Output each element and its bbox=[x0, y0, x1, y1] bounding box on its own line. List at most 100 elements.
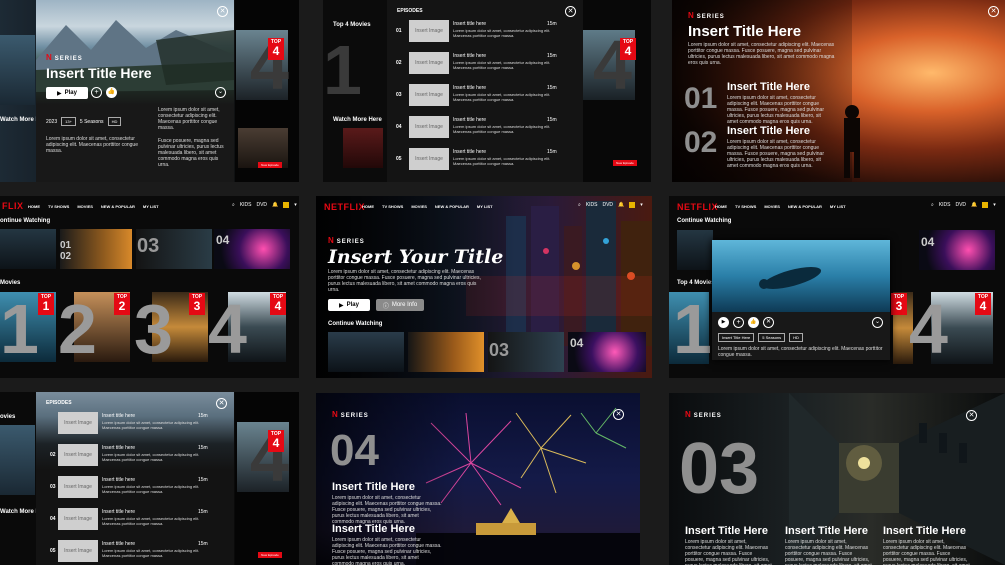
nav-item-1[interactable]: TV SHOWS bbox=[48, 204, 69, 209]
episodes-heading: EPISODES bbox=[46, 400, 72, 406]
bell-icon[interactable]: 🔔 bbox=[971, 202, 977, 208]
nav-item-4[interactable]: MY LIST bbox=[143, 204, 159, 209]
episode-title[interactable]: Insert title here bbox=[102, 541, 135, 547]
like-icon[interactable]: 👍 bbox=[106, 87, 117, 98]
nav-item-2[interactable]: MOVIES bbox=[77, 204, 93, 209]
play-button[interactable]: ▶ Play bbox=[328, 299, 370, 311]
item-desc-1: Lorem ipsum dolor sit amet, consectetur … bbox=[727, 95, 824, 125]
nav-item-0[interactable]: HOME bbox=[362, 204, 374, 209]
more-info-button[interactable]: ⓘ More Info bbox=[376, 299, 424, 311]
caret-down-icon[interactable]: ▾ bbox=[640, 202, 643, 208]
avatar[interactable] bbox=[629, 202, 636, 208]
episode-duration: 15m bbox=[547, 85, 557, 91]
episode-title[interactable]: Insert title here bbox=[102, 477, 135, 483]
hero-title: Insert Your Title bbox=[328, 246, 504, 268]
search-icon[interactable]: ⌕ bbox=[931, 202, 934, 208]
episode-thumbnail[interactable]: Insert Image bbox=[409, 20, 449, 42]
episode-thumbnail[interactable]: Insert Image bbox=[409, 84, 449, 106]
nav-item-0[interactable]: HOME bbox=[28, 204, 40, 209]
episode-thumbnail[interactable]: Insert Image bbox=[409, 148, 449, 170]
avatar[interactable] bbox=[982, 202, 989, 208]
nav-item-2[interactable]: MOVIES bbox=[411, 204, 427, 209]
episode-title[interactable]: Insert title here bbox=[102, 445, 135, 451]
episode-thumbnail[interactable]: Insert Image bbox=[58, 476, 98, 498]
dvd-link[interactable]: DVD bbox=[256, 202, 267, 208]
episode-thumbnail[interactable]: Insert Image bbox=[58, 412, 98, 434]
nav-item-4[interactable]: MY LIST bbox=[830, 204, 846, 209]
episodes-panel: EPISODES ✕ 01 Insert Image Insert title he… bbox=[387, 0, 583, 182]
preview-card: ▶ + 👍 ✕ ⌄ Insert Title Here 5 Seasons HD… bbox=[712, 240, 890, 360]
nav-item-3[interactable]: NEW & POPULAR bbox=[435, 204, 469, 209]
close-icon[interactable]: ✕ bbox=[217, 6, 228, 17]
like-icon[interactable]: 👍 bbox=[748, 317, 759, 328]
episode-desc: Lorem ipsum dolor sit amet, consectetur … bbox=[102, 484, 200, 494]
episode-duration: 15m bbox=[198, 445, 208, 451]
episode-number: 05 bbox=[50, 548, 56, 554]
episode-title[interactable]: Insert title here bbox=[453, 53, 486, 59]
episode-number: 05 bbox=[396, 156, 402, 162]
episode-number: 04 bbox=[396, 124, 402, 130]
item-desc-1: Lorem ipsum dolor sit amet, consectetur … bbox=[332, 495, 442, 525]
chevron-down-icon[interactable]: ⌄ bbox=[215, 87, 226, 98]
search-icon[interactable]: ⌕ bbox=[578, 202, 581, 208]
episode-title[interactable]: Insert title here bbox=[102, 509, 135, 515]
close-icon[interactable]: ✕ bbox=[988, 6, 999, 17]
series-label: N SERIES bbox=[332, 410, 369, 419]
nav-item-2[interactable]: MOVIES bbox=[764, 204, 780, 209]
episodes-panel: EPISODES ✕ Insert Image Insert title her… bbox=[36, 392, 234, 565]
nav-item-1[interactable]: TV SHOWS bbox=[382, 204, 403, 209]
close-icon[interactable]: ✕ bbox=[613, 409, 624, 420]
close-icon[interactable]: ✕ bbox=[216, 398, 227, 409]
close-icon[interactable]: ✕ bbox=[966, 410, 977, 421]
episode-thumbnail[interactable]: Insert Image bbox=[409, 52, 449, 74]
dvd-link[interactable]: DVD bbox=[602, 202, 613, 208]
episode-title[interactable]: Insert title here bbox=[453, 85, 486, 91]
kids-link[interactable]: KIDS bbox=[939, 202, 951, 208]
bell-icon[interactable]: 🔔 bbox=[618, 202, 624, 208]
episode-title[interactable]: Insert title here bbox=[102, 413, 135, 419]
avatar[interactable] bbox=[283, 202, 290, 208]
episode-title[interactable]: Insert title here bbox=[453, 21, 486, 27]
netflix-logo: NETFLIX bbox=[677, 202, 718, 212]
item-desc-2: Lorem ipsum dolor sit amet, consectetur … bbox=[727, 139, 824, 169]
info-icon: ⓘ bbox=[382, 303, 389, 310]
movies-label: ovies bbox=[0, 414, 16, 420]
add-icon[interactable]: + bbox=[733, 317, 744, 328]
dismiss-icon[interactable]: ✕ bbox=[763, 317, 774, 328]
dvd-link[interactable]: DVD bbox=[955, 202, 966, 208]
episode-title[interactable]: Insert title here bbox=[453, 117, 486, 123]
episode-number: 02 bbox=[396, 60, 402, 66]
episode-thumbnail[interactable]: Insert Image bbox=[58, 540, 98, 562]
item-title-3: Insert Title Here bbox=[883, 525, 966, 537]
play-icon[interactable]: ▶ bbox=[718, 317, 729, 328]
description: Lorem ipsum dolor sit amet, consectetur … bbox=[688, 42, 835, 66]
watch-more-label: Watch More Here bbox=[333, 117, 382, 123]
kids-link[interactable]: KIDS bbox=[240, 202, 252, 208]
episode-thumbnail[interactable]: Insert Image bbox=[58, 508, 98, 530]
series-label: N SERIES bbox=[46, 53, 83, 62]
episode-thumbnail[interactable]: Insert Image bbox=[409, 116, 449, 138]
close-icon[interactable]: ✕ bbox=[565, 6, 576, 17]
nav-item-1[interactable]: TV SHOWS bbox=[735, 204, 756, 209]
chevron-down-icon[interactable]: ⌄ bbox=[872, 317, 883, 328]
nav-item-3[interactable]: NEW & POPULAR bbox=[101, 204, 135, 209]
caret-down-icon[interactable]: ▾ bbox=[993, 202, 996, 208]
figure-silhouette bbox=[844, 105, 860, 178]
item-title-2: Insert Title Here bbox=[785, 525, 868, 537]
episode-title[interactable]: Insert title here bbox=[453, 149, 486, 155]
caret-down-icon[interactable]: ▾ bbox=[294, 202, 297, 208]
episode-duration: 15m bbox=[547, 149, 557, 155]
nav-item-0[interactable]: HOME bbox=[715, 204, 727, 209]
search-icon[interactable]: ⌕ bbox=[232, 202, 235, 208]
big-number: 04 bbox=[330, 426, 379, 475]
add-icon[interactable]: + bbox=[91, 87, 102, 98]
kids-link[interactable]: KIDS bbox=[586, 202, 598, 208]
chip-seasons: 5 Seasons bbox=[758, 333, 786, 342]
episode-duration: 15m bbox=[198, 509, 208, 515]
item-title-2: Insert Title Here bbox=[727, 125, 810, 137]
nav-item-4[interactable]: MY LIST bbox=[477, 204, 493, 209]
play-button[interactable]: ▶ Play bbox=[46, 87, 88, 99]
nav-item-3[interactable]: NEW & POPULAR bbox=[788, 204, 822, 209]
bell-icon[interactable]: 🔔 bbox=[272, 202, 278, 208]
episode-thumbnail[interactable]: Insert Image bbox=[58, 444, 98, 466]
